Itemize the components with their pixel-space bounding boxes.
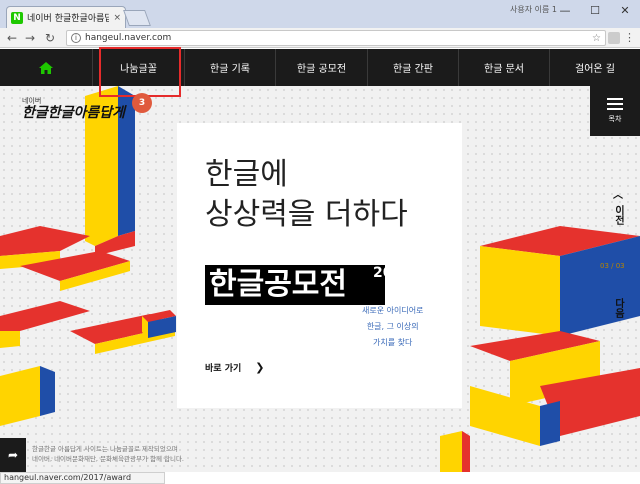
- hero-card: 한글에 상상력을 더하다 한글공모전 2017 새로운 아이디어로 한글, 그 …: [177, 123, 462, 408]
- goto-link[interactable]: 바로 가기 ❯: [205, 361, 264, 374]
- bookmark-star-icon[interactable]: ☆: [592, 33, 601, 44]
- hero-title: 한글공모전: [205, 265, 385, 305]
- nav-item-hangul-record[interactable]: 한글 기록: [184, 49, 275, 86]
- logo-title: 한글한글아름답게: [22, 105, 126, 121]
- browser-menu-icon[interactable]: ⋮: [624, 31, 635, 44]
- goto-label: 바로 가기: [205, 364, 242, 374]
- site-nav: 나눔글꼴 한글 기록 한글 공모전 한글 간판 한글 문서 걸어온 길: [0, 49, 640, 86]
- step-badge: 3: [132, 93, 152, 113]
- highlight-box: [99, 47, 181, 97]
- browser-tab[interactable]: N 네이버 한글한글아름답게 ×: [6, 6, 126, 28]
- back-icon[interactable]: ←: [4, 30, 20, 46]
- chevron-up-icon: ︿: [613, 190, 623, 201]
- address-bar[interactable]: i hangeul.naver.com ☆: [66, 30, 606, 46]
- next-label: 다음: [612, 298, 624, 318]
- close-window-button[interactable]: ✕: [610, 0, 640, 20]
- browser-toolbar: ← → ↻ i hangeul.naver.com ☆ ⋮: [0, 28, 640, 48]
- new-tab-button[interactable]: [123, 10, 151, 26]
- hero-year: 2017: [373, 265, 412, 281]
- site-logo[interactable]: 네이버 한글한글아름답게: [22, 96, 125, 120]
- hero-slogan: 새로운 아이디어로 한글, 그 이상의 가치를 찾다: [362, 306, 424, 347]
- share-button[interactable]: ➦: [0, 438, 26, 472]
- toc-label: 목차: [608, 115, 622, 123]
- footer-note: 한글한글 아름답게 사이트는 나눔글꼴로 제작되었으며 네이버, 네이버문화재단…: [32, 445, 185, 463]
- home-icon: [39, 61, 53, 74]
- hero-headline: 한글에 상상력을 더하다: [205, 157, 408, 232]
- share-arrow-icon: ➦: [7, 448, 19, 462]
- browser-titlebar: N 네이버 한글한글아름답게 × 사용자 이름 1 — ☐ ✕: [0, 0, 640, 28]
- hamburger-icon: [607, 98, 623, 110]
- url-text: hangeul.naver.com: [85, 33, 172, 43]
- forward-icon[interactable]: →: [22, 30, 38, 46]
- nav-item-hangul-document[interactable]: 한글 문서: [458, 49, 549, 86]
- nav-item-hangul-signboard[interactable]: 한글 간판: [367, 49, 458, 86]
- maximize-button[interactable]: ☐: [580, 0, 610, 20]
- toc-button[interactable]: 목차: [590, 86, 640, 136]
- chevron-right-icon: ❯: [255, 361, 265, 374]
- naver-favicon-icon: N: [11, 11, 23, 24]
- site-info-icon[interactable]: i: [71, 33, 81, 43]
- extension-icon[interactable]: [608, 32, 620, 44]
- tab-close-icon[interactable]: ×: [113, 13, 121, 23]
- status-bar-url: hangeul.naver.com/2017/award: [0, 472, 165, 484]
- nav-item-history[interactable]: 걸어온 길: [549, 49, 640, 86]
- reload-icon[interactable]: ↻: [42, 30, 58, 46]
- home-button[interactable]: [0, 49, 92, 86]
- page-indicator: 03 / 03: [600, 262, 625, 270]
- nav-item-hangul-contest[interactable]: 한글 공모전: [275, 49, 367, 86]
- minimize-button[interactable]: —: [550, 0, 580, 20]
- prev-button[interactable]: ︿ 이전: [604, 186, 632, 228]
- tab-title: 네이버 한글한글아름답게: [27, 14, 110, 24]
- page-canvas: 네이버 한글한글아름답게 한글에 상상력을 더하다 한글공모전 2017 새로운…: [0, 86, 640, 472]
- next-button[interactable]: 다음: [604, 298, 632, 321]
- prev-label: 이전: [612, 205, 624, 225]
